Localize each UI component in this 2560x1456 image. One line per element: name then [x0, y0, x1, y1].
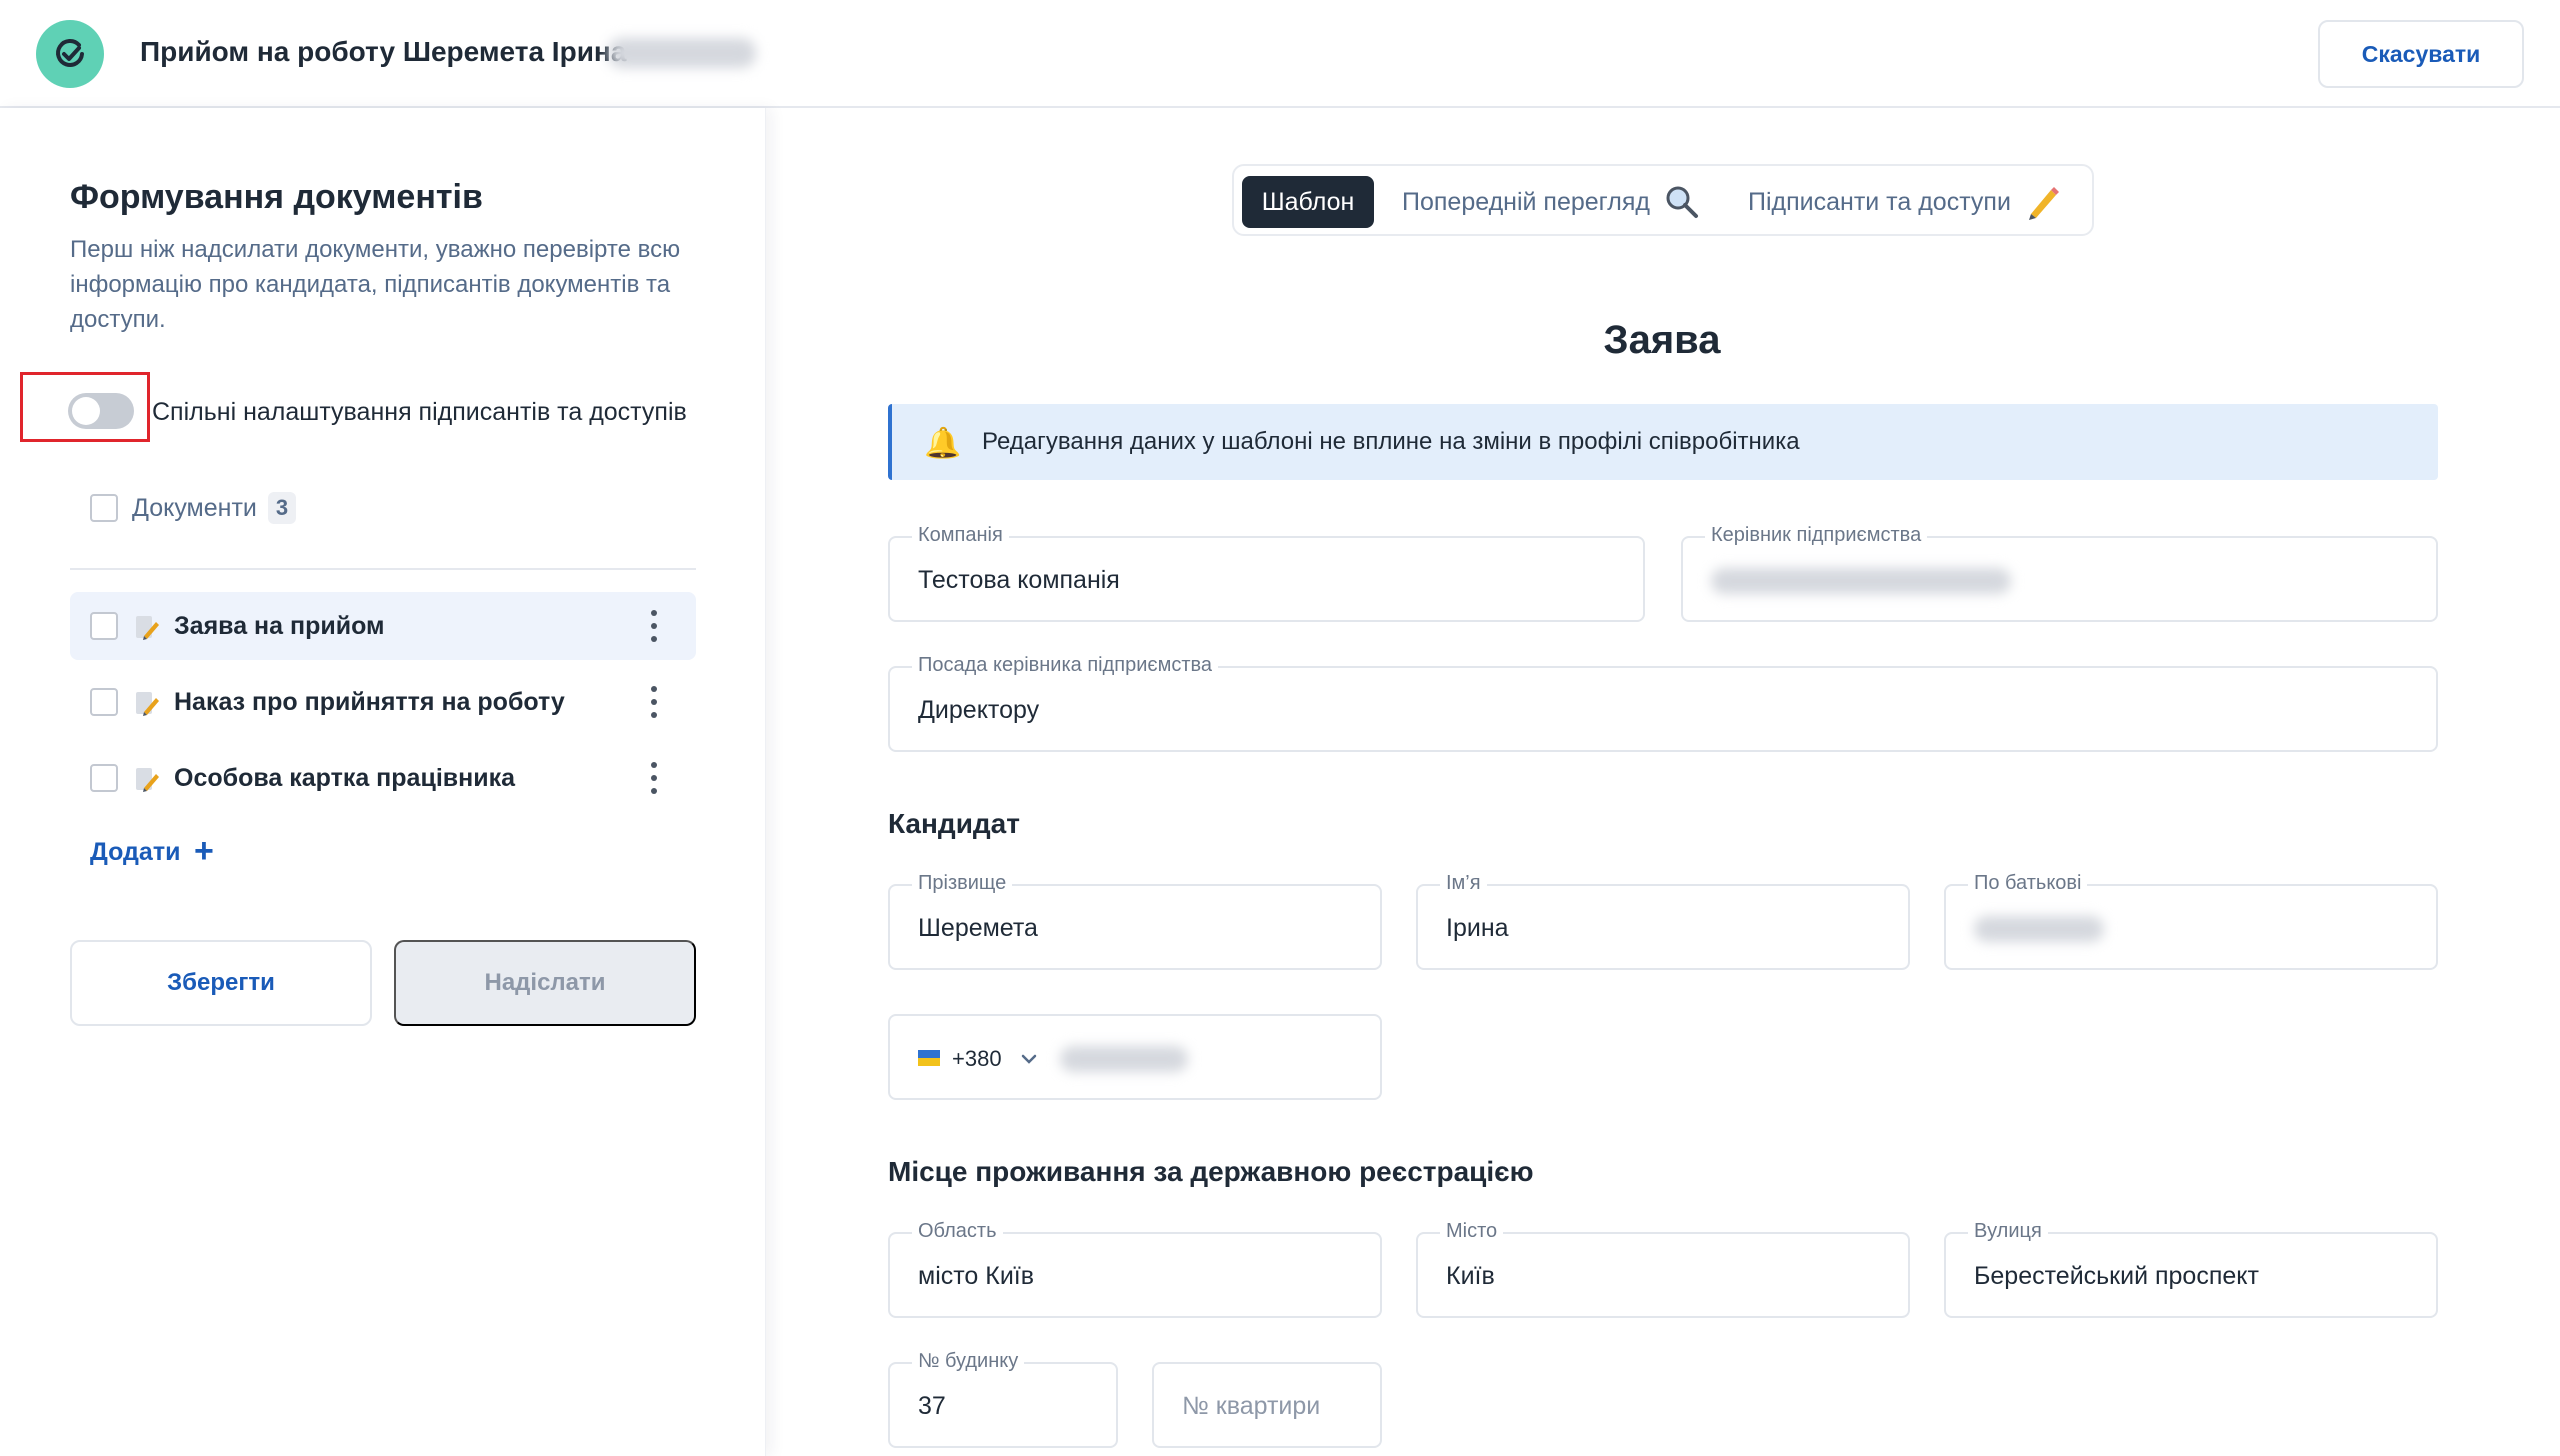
document-checkbox[interactable]: [90, 764, 118, 792]
document-pencil-icon: [136, 692, 159, 716]
tab-signers[interactable]: Підписанти та доступи: [1748, 176, 2061, 228]
field-value: Берестейський проспект: [1974, 1262, 2259, 1290]
field-value: Тестова компанія: [918, 566, 1120, 594]
field-value: Шеремета: [918, 914, 1038, 942]
divider: [70, 568, 696, 570]
field-label: Місто: [1440, 1220, 1504, 1243]
field-value: Ірина: [1446, 914, 1509, 942]
redacted-name: [608, 38, 756, 68]
street-field[interactable]: Вулиця Берестейський проспект: [1944, 1220, 2438, 1318]
field-label: Область: [912, 1220, 1003, 1243]
form-title: Заява: [1603, 318, 1721, 362]
field-label: Вулиця: [1968, 1220, 2048, 1243]
redacted-value: [1974, 916, 2104, 942]
field-label: Керівник підприємства: [1705, 524, 1928, 547]
toggle-knob: [72, 397, 100, 425]
add-document-link[interactable]: Додати: [90, 838, 180, 867]
panel-description: Перш ніж надсилати документи, уважно пер…: [70, 236, 681, 333]
patronymic-field[interactable]: По батькові: [1944, 872, 2438, 970]
more-options-icon[interactable]: [646, 610, 662, 642]
more-options-icon[interactable]: [646, 686, 662, 718]
document-pencil-icon: [136, 768, 159, 792]
tab-template[interactable]: Шаблон: [1242, 176, 1374, 228]
view-tabs: Шаблон Попередній перегляд Підписанти та…: [1232, 164, 2094, 236]
field-value: Київ: [1446, 1262, 1495, 1290]
city-field[interactable]: Місто Київ: [1416, 1220, 1910, 1318]
plus-icon[interactable]: +: [194, 832, 214, 871]
region-field[interactable]: Область місто Київ: [888, 1220, 1382, 1318]
shared-settings-label: Спільні налаштування підписантів та дост…: [152, 398, 687, 426]
documents-panel: Формування документів Перш ніж надсилати…: [0, 108, 766, 1456]
document-row[interactable]: Наказ про прийняття на роботу: [70, 668, 696, 736]
house-number-field[interactable]: № будинку 37: [888, 1350, 1118, 1448]
field-label: № будинку: [912, 1350, 1025, 1373]
check-circle-icon: [56, 39, 84, 67]
search-icon: [1666, 186, 1698, 218]
documents-count-badge: 3: [268, 492, 296, 524]
redacted-value: [1711, 568, 2011, 594]
director-field[interactable]: Керівник підприємства: [1681, 524, 2438, 622]
tab-template-label: Шаблон: [1261, 187, 1355, 216]
director-position-field[interactable]: Посада керівника підприємства Директору: [888, 654, 2438, 752]
apartment-field[interactable]: № квартири: [1152, 1362, 1382, 1448]
app-header: Прийом на роботу Шеремета Ірина Скасуват…: [0, 0, 2560, 108]
app-logo[interactable]: [36, 20, 104, 88]
field-label: Компанія: [912, 524, 1009, 547]
company-field[interactable]: Компанія Тестова компанія: [888, 524, 1645, 622]
shared-settings-toggle[interactable]: [68, 393, 134, 429]
section-title-candidate: Кандидат: [888, 808, 1020, 839]
document-title: Заява на прийом: [174, 612, 385, 640]
panel-title: Формування документів: [70, 178, 483, 216]
document-checkbox[interactable]: [90, 612, 118, 640]
surname-field[interactable]: Прізвище Шеремета: [888, 872, 1382, 970]
document-checkbox[interactable]: [90, 688, 118, 716]
document-title: Особова картка працівника: [174, 764, 516, 792]
info-banner: 🔔 Редагування даних у шаблоні не вплине …: [888, 404, 2438, 480]
document-row[interactable]: Особова картка працівника: [70, 744, 696, 812]
ukraine-flag-icon: [918, 1050, 940, 1066]
document-row[interactable]: Заява на прийом: [70, 592, 696, 660]
document-title: Наказ про прийняття на роботу: [174, 688, 565, 716]
bell-icon: 🔔: [924, 427, 962, 460]
field-placeholder: № квартири: [1182, 1392, 1321, 1420]
cancel-button[interactable]: Скасувати: [2318, 20, 2524, 88]
phone-field[interactable]: +380: [888, 1014, 1382, 1100]
pencil-icon: [2028, 187, 2059, 220]
tab-preview-label: Попередній перегляд: [1402, 187, 1650, 216]
tab-signers-label: Підписанти та доступи: [1748, 187, 2011, 216]
field-label: По батькові: [1968, 872, 2088, 895]
field-value: Директору: [918, 696, 1040, 724]
send-button[interactable]: Надіслати: [394, 940, 696, 1026]
banner-text: Редагування даних у шаблоні не вплине на…: [982, 428, 1800, 455]
section-title-address: Місце проживання за державною реєстраціє…: [888, 1156, 1534, 1187]
redacted-value: [1060, 1046, 1188, 1072]
field-label: Прізвище: [912, 872, 1013, 895]
page-title: Прийом на роботу Шеремета Ірина: [140, 36, 627, 67]
field-label: Посада керівника підприємства: [912, 654, 1219, 677]
more-options-icon[interactable]: [646, 762, 662, 794]
field-label: Ім’я: [1440, 872, 1487, 895]
name-field[interactable]: Ім’я Ірина: [1416, 872, 1910, 970]
documents-label: Документи: [132, 494, 257, 522]
field-value: місто Київ: [918, 1262, 1035, 1290]
field-value: 37: [918, 1392, 946, 1420]
save-button[interactable]: Зберегти: [70, 940, 372, 1026]
tab-preview[interactable]: Попередній перегляд: [1402, 176, 1700, 228]
phone-country-code[interactable]: +380: [952, 1046, 1002, 1072]
chevron-down-icon[interactable]: [1018, 1048, 1040, 1070]
document-pencil-icon: [136, 616, 159, 640]
select-all-checkbox[interactable]: [90, 494, 118, 522]
